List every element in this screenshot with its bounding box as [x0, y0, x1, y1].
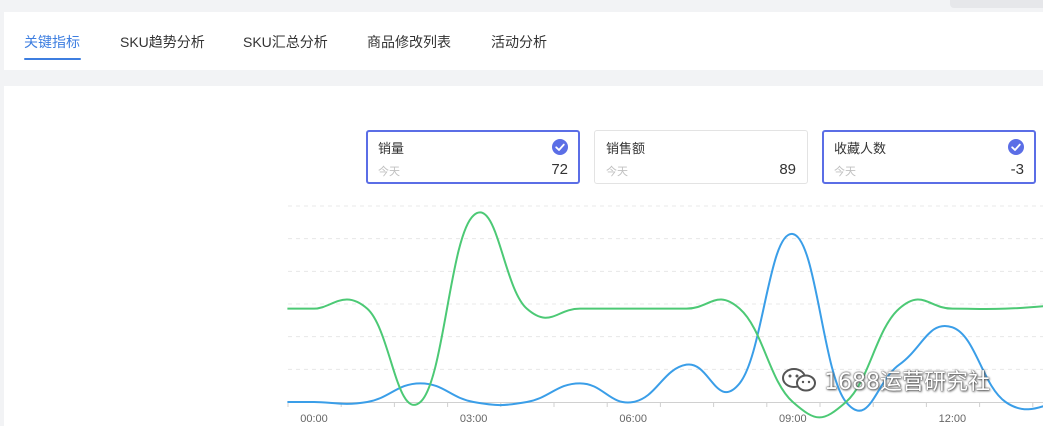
tab-sku-summary[interactable]: SKU汇总分析 [243, 32, 328, 52]
x-tick-label: 03:00 [460, 413, 488, 425]
tab-sku-trend[interactable]: SKU趋势分析 [120, 32, 205, 52]
wechat-icon [782, 368, 816, 392]
top-edge-decoration [950, 0, 1043, 8]
tab-product-changes[interactable]: 商品修改列表 [367, 32, 451, 52]
x-tick-label: 12:00 [939, 413, 967, 425]
watermark: 1688运营研究社 [780, 365, 990, 395]
active-tab-indicator [24, 58, 81, 60]
main-content: 销量 今天 72 销售额 今天 89 收藏人数 今天 -3 00:00 03:00… [4, 86, 1043, 426]
top-strip [0, 0, 1043, 12]
x-tick-label: 00:00 [300, 413, 328, 425]
x-tick-label: 06:00 [619, 413, 647, 425]
tab-key-metrics[interactable]: 关键指标 [24, 32, 80, 52]
tab-activity-analysis[interactable]: 活动分析 [491, 32, 547, 52]
watermark-text: 1688运营研究社 [824, 370, 990, 395]
tab-bar: 关键指标 SKU趋势分析 SKU汇总分析 商品修改列表 活动分析 [4, 12, 1043, 70]
x-tick-label: 09:00 [779, 413, 807, 425]
